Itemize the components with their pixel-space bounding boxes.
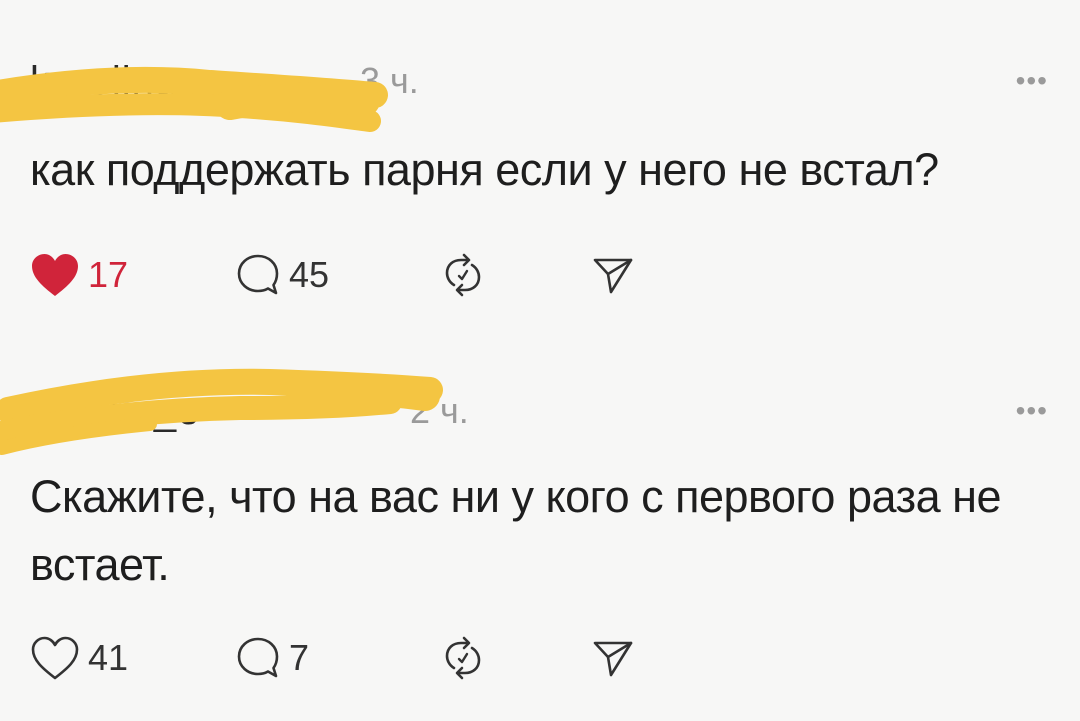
reply-button[interactable]: 7 [235,628,309,688]
reply-count: 45 [289,254,330,295]
action-bar: 41 7 [30,628,730,688]
post-header: tochka_e 2 ч. ••• [30,385,1050,435]
like-count: 17 [88,254,129,295]
like-button[interactable]: 41 [30,628,128,688]
comment-icon [237,254,279,295]
repost-icon [445,253,481,297]
like-button[interactable]: 17 [30,245,128,305]
reply-count: 7 [289,637,310,678]
post: tochka_e 2 ч. ••• Скажите, что на вас ни… [0,345,1080,721]
heart-outline-icon [31,636,79,680]
post-text: Скажите, что на вас ни у кого с первого … [30,471,1002,590]
timestamp: 3 ч. [360,60,419,101]
share-button[interactable] [590,628,636,688]
heart-filled-icon [32,254,78,296]
username[interactable]: korolina_ [30,59,201,103]
repost-button[interactable] [440,245,486,305]
post-text: как поддержать парня если у него не вста… [30,144,939,195]
repost-icon [445,636,481,680]
more-icon[interactable]: ••• [1016,67,1048,95]
action-bar: 17 45 [30,245,730,305]
share-icon [593,258,633,294]
repost-button[interactable] [440,628,486,688]
reply-button[interactable]: 45 [235,245,329,305]
username[interactable]: tochka_e [30,389,200,433]
share-icon [593,641,633,677]
timestamp: 2 ч. [410,390,469,431]
post: korolina_ 3 ч. ••• как поддержать парня … [0,0,1080,345]
more-icon[interactable]: ••• [1016,397,1048,425]
like-count: 41 [88,637,129,678]
share-button[interactable] [590,245,636,305]
post-header: korolina_ 3 ч. ••• [30,55,1050,105]
comment-icon [237,637,279,678]
